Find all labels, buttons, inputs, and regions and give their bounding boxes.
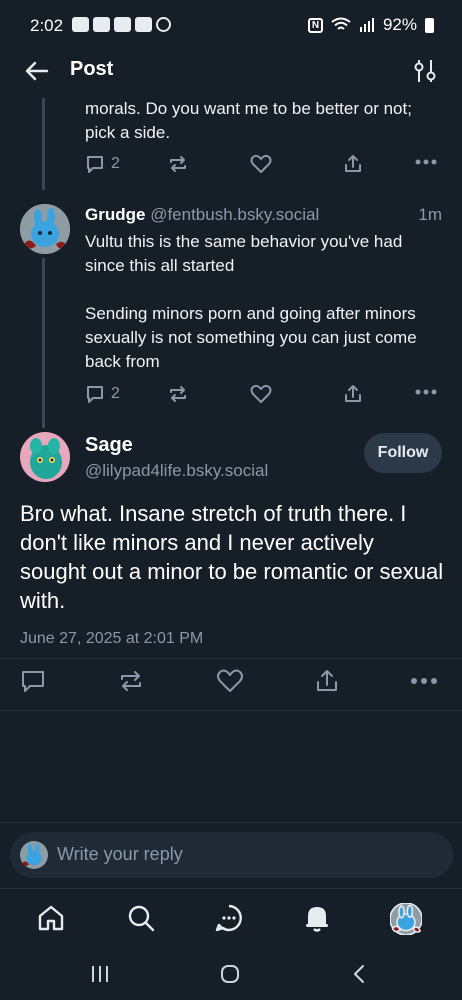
post-text: morals. Do you want me to be better or n… [85,99,412,142]
avatar[interactable] [20,432,70,482]
more-icon [415,389,437,395]
battery-icon [425,17,434,33]
system-nav-bar [0,952,462,1000]
repost-icon [170,386,186,402]
notification-icons [72,17,171,32]
main-author-handle[interactable]: @lilypad4life.bsky.social [85,461,268,481]
signal-icon [359,18,374,32]
share-icon [345,385,361,402]
reply-icon [87,386,103,403]
profile-avatar [389,902,423,936]
avatar-image [20,432,70,482]
reply-icon [87,156,103,173]
reply-count: 2 [111,155,120,172]
post-time: 1m [418,205,442,224]
top-header: Post [0,50,462,98]
nav-home[interactable] [36,903,66,938]
recents-button[interactable] [88,962,112,991]
status-time: 2:02 [30,16,64,35]
status-bar: 2:02 N 92% [0,0,462,50]
bell-icon [306,907,328,932]
repost-button[interactable] [168,384,188,404]
search-icon [128,905,155,932]
post-header: Grudge @fentbush.bsky.social [85,205,319,225]
reply-button[interactable]: 2 [85,384,120,404]
game-controller-icon [72,17,89,32]
repost-icon [121,671,141,691]
share-icon [317,670,337,691]
main-author-name[interactable]: Sage [85,434,133,457]
recents-icon [92,966,108,982]
divider [0,710,462,711]
share-button[interactable] [314,668,340,699]
thread-line [42,98,45,190]
more-icon [415,159,437,165]
main-post-date: June 27, 2025 at 2:01 PM [20,630,204,647]
more-button[interactable] [410,668,438,699]
like-button[interactable] [216,668,244,699]
nav-chat[interactable] [214,903,244,938]
heart-icon [217,669,243,692]
threads-icon [156,17,171,32]
post-actions: 2 [85,384,440,410]
share-icon [345,155,361,172]
nfc-icon: N [307,17,323,33]
bottom-nav [0,888,462,952]
reply-button[interactable]: 2 [85,154,120,174]
reply-icon [22,671,44,692]
divider [0,822,462,823]
main-post-actions [20,668,440,696]
gallery-icon [135,17,152,32]
nav-search[interactable] [126,903,156,938]
main-post-text: Bro what. Insane stretch of truth there.… [20,501,444,613]
share-button[interactable] [343,154,363,174]
page-title: Post [70,58,114,80]
heart-icon [250,384,272,403]
like-button[interactable] [250,384,272,404]
thread-line [42,258,45,428]
author-handle[interactable]: @fentbush.bsky.social [150,205,319,224]
heart-icon [250,154,272,173]
more-button[interactable] [415,152,437,172]
home-system-button[interactable] [218,962,242,991]
author-name[interactable]: Grudge [85,205,145,224]
nav-profile[interactable] [389,902,423,940]
post-actions: 2 [85,154,440,180]
home-circle-icon [221,965,239,983]
repost-button[interactable] [168,154,188,174]
chevron-left-icon [354,965,364,983]
more-icon [411,678,437,684]
status-right: N 92% [307,15,434,35]
avatar-image [20,204,70,254]
sliders-icon[interactable] [412,56,438,86]
like-button[interactable] [250,154,272,174]
youtube-icon [114,17,131,32]
battery-percent: 92% [382,15,417,34]
reply-placeholder: Write your reply [57,844,183,864]
share-button[interactable] [343,384,363,404]
reply-count: 2 [111,385,120,402]
avatar[interactable] [20,204,70,254]
nav-notifications[interactable] [302,903,332,938]
wifi-icon [331,17,351,30]
chat-icon [215,904,242,932]
follow-button[interactable]: Follow [364,433,442,473]
reply-button[interactable] [20,668,46,699]
home-icon [38,905,64,931]
post-text: Vultu this is the same behavior you've h… [85,232,417,371]
repost-button[interactable] [118,668,144,699]
back-system-button[interactable] [348,962,372,991]
reply-input[interactable]: Write your reply [10,832,453,878]
divider [0,658,462,659]
repost-icon [170,156,186,172]
game-controller-icon [93,17,110,32]
arrow-left-icon[interactable] [22,56,52,86]
more-button[interactable] [415,382,437,402]
avatar [20,841,48,869]
